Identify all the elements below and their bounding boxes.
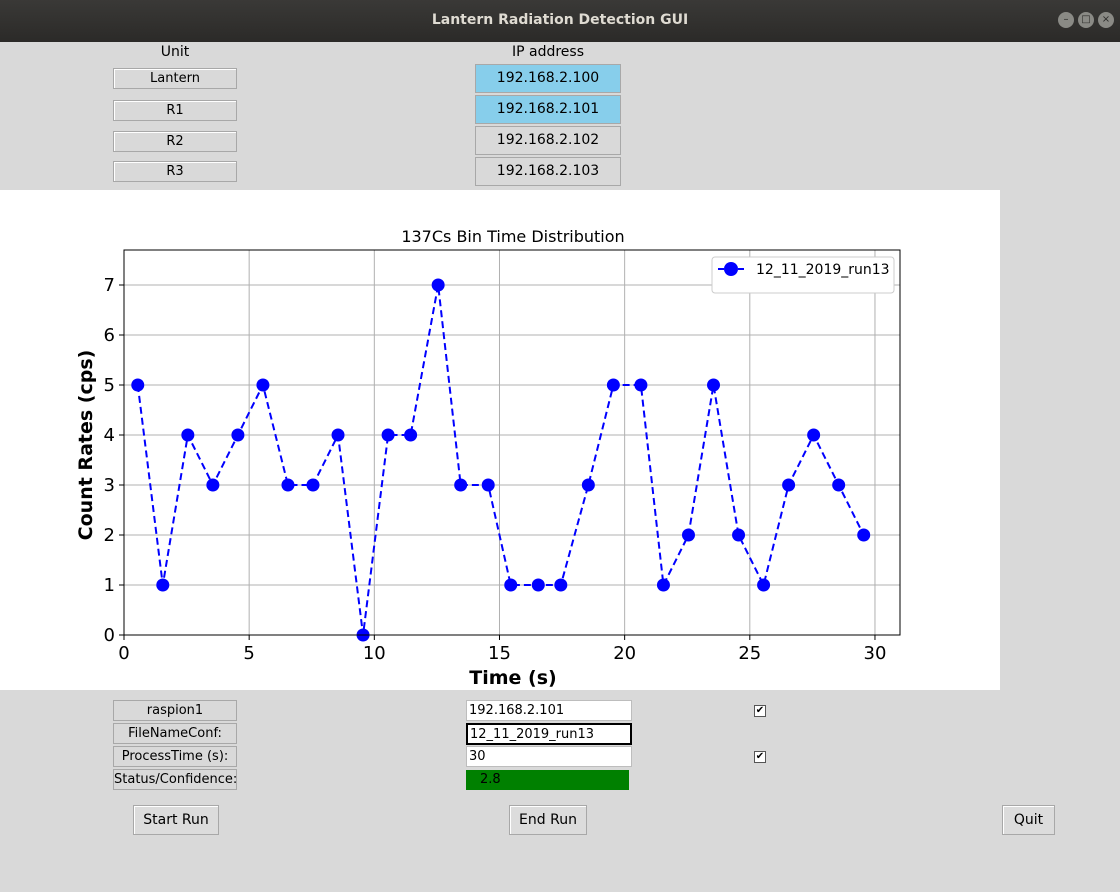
x-tick-label: 0 bbox=[118, 643, 129, 664]
device-ip-field[interactable]: 192.168.2.101 bbox=[466, 700, 632, 721]
x-axis-label: Time (s) bbox=[469, 667, 556, 689]
unit-label-r2: R2 bbox=[113, 131, 237, 152]
chart-series bbox=[131, 278, 871, 642]
data-point bbox=[504, 578, 518, 592]
data-point bbox=[331, 428, 345, 442]
quit-button[interactable]: Quit bbox=[1002, 805, 1055, 835]
ip-header: IP address bbox=[511, 44, 585, 60]
chart-grid bbox=[123, 250, 900, 636]
data-point bbox=[404, 428, 418, 442]
y-tick-label: 3 bbox=[104, 475, 115, 496]
unit-label-lantern: Lantern bbox=[113, 68, 237, 89]
plot-frame bbox=[123, 249, 901, 636]
x-tick-label: 25 bbox=[738, 643, 761, 664]
x-tick-label: 20 bbox=[613, 643, 636, 664]
filename-label: FileNameConf: bbox=[113, 723, 237, 744]
legend-label: 12_11_2019_run13 bbox=[756, 262, 890, 278]
data-point bbox=[656, 578, 670, 592]
y-tick-label: 4 bbox=[104, 425, 115, 446]
x-tick-label: 10 bbox=[363, 643, 386, 664]
data-point bbox=[707, 378, 721, 392]
device-name-label: raspion1 bbox=[113, 700, 237, 721]
process-time-label: ProcessTime (s): bbox=[113, 746, 237, 767]
data-point bbox=[807, 428, 821, 442]
close-icon[interactable]: × bbox=[1098, 12, 1114, 28]
data-point bbox=[634, 378, 648, 392]
count-rate-chart: 137Cs Bin Time Distribution Time (s) Cou… bbox=[75, 227, 901, 689]
window-titlebar[interactable]: Lantern Radiation Detection GUI – □ × bbox=[0, 0, 1120, 42]
ip-button-r1[interactable]: 192.168.2.101 bbox=[475, 95, 621, 124]
x-tick-label: 5 bbox=[243, 643, 254, 664]
y-tick-label: 0 bbox=[104, 625, 115, 646]
window-title: Lantern Radiation Detection GUI bbox=[431, 12, 689, 28]
data-point bbox=[531, 578, 545, 592]
data-point bbox=[256, 378, 270, 392]
y-tick-label: 5 bbox=[104, 375, 115, 396]
plot-panel: 137Cs Bin Time Distribution Time (s) Cou… bbox=[0, 190, 1000, 690]
data-point bbox=[554, 578, 568, 592]
data-point bbox=[206, 478, 220, 492]
data-point bbox=[231, 428, 245, 442]
data-point bbox=[306, 478, 320, 492]
unit-label-r3: R3 bbox=[113, 161, 237, 182]
minimize-icon[interactable]: – bbox=[1058, 12, 1074, 28]
process-time-field[interactable]: 30 bbox=[466, 746, 632, 767]
data-point bbox=[757, 578, 771, 592]
chart-ticks: 0 5 10 15 20 25 30 0 1 2 3 4 5 6 7 bbox=[104, 275, 887, 664]
process-time-checkbox[interactable]: ✔ bbox=[754, 751, 766, 763]
data-point bbox=[281, 478, 295, 492]
chart-title: 137Cs Bin Time Distribution bbox=[401, 227, 624, 246]
y-tick-label: 1 bbox=[104, 575, 115, 596]
data-point bbox=[431, 278, 445, 292]
filename-field[interactable]: 12_11_2019_run13 bbox=[466, 723, 632, 745]
data-point bbox=[857, 528, 871, 542]
status-confidence-value: 2.8 bbox=[466, 770, 629, 790]
ip-button-r3[interactable]: 192.168.2.103 bbox=[475, 157, 621, 186]
data-point bbox=[732, 528, 746, 542]
maximize-icon[interactable]: □ bbox=[1078, 12, 1094, 28]
data-point bbox=[381, 428, 395, 442]
data-point bbox=[454, 478, 468, 492]
start-run-button[interactable]: Start Run bbox=[133, 805, 219, 835]
data-point bbox=[581, 478, 595, 492]
y-axis-label: Count Rates (cps) bbox=[75, 350, 97, 541]
y-tick-label: 7 bbox=[104, 275, 115, 296]
y-tick-label: 2 bbox=[104, 525, 115, 546]
ip-button-r2[interactable]: 192.168.2.102 bbox=[475, 126, 621, 155]
data-point bbox=[181, 428, 195, 442]
y-tick-label: 6 bbox=[104, 325, 115, 346]
unit-label-r1: R1 bbox=[113, 100, 237, 121]
legend-marker bbox=[724, 262, 738, 276]
data-point bbox=[832, 478, 846, 492]
device-checkbox[interactable]: ✔ bbox=[754, 705, 766, 717]
data-point bbox=[131, 378, 145, 392]
data-point bbox=[681, 528, 695, 542]
status-confidence-label: Status/Confidence: bbox=[113, 769, 237, 790]
series-line bbox=[136, 284, 865, 636]
ip-button-lantern[interactable]: 192.168.2.100 bbox=[475, 64, 621, 93]
chart-legend: 12_11_2019_run13 bbox=[711, 256, 895, 294]
data-point bbox=[606, 378, 620, 392]
data-point bbox=[782, 478, 796, 492]
data-point bbox=[481, 478, 495, 492]
end-run-button[interactable]: End Run bbox=[509, 805, 587, 835]
x-tick-label: 30 bbox=[864, 643, 887, 664]
data-point bbox=[156, 578, 170, 592]
unit-header: Unit bbox=[160, 44, 190, 60]
x-tick-label: 15 bbox=[488, 643, 511, 664]
